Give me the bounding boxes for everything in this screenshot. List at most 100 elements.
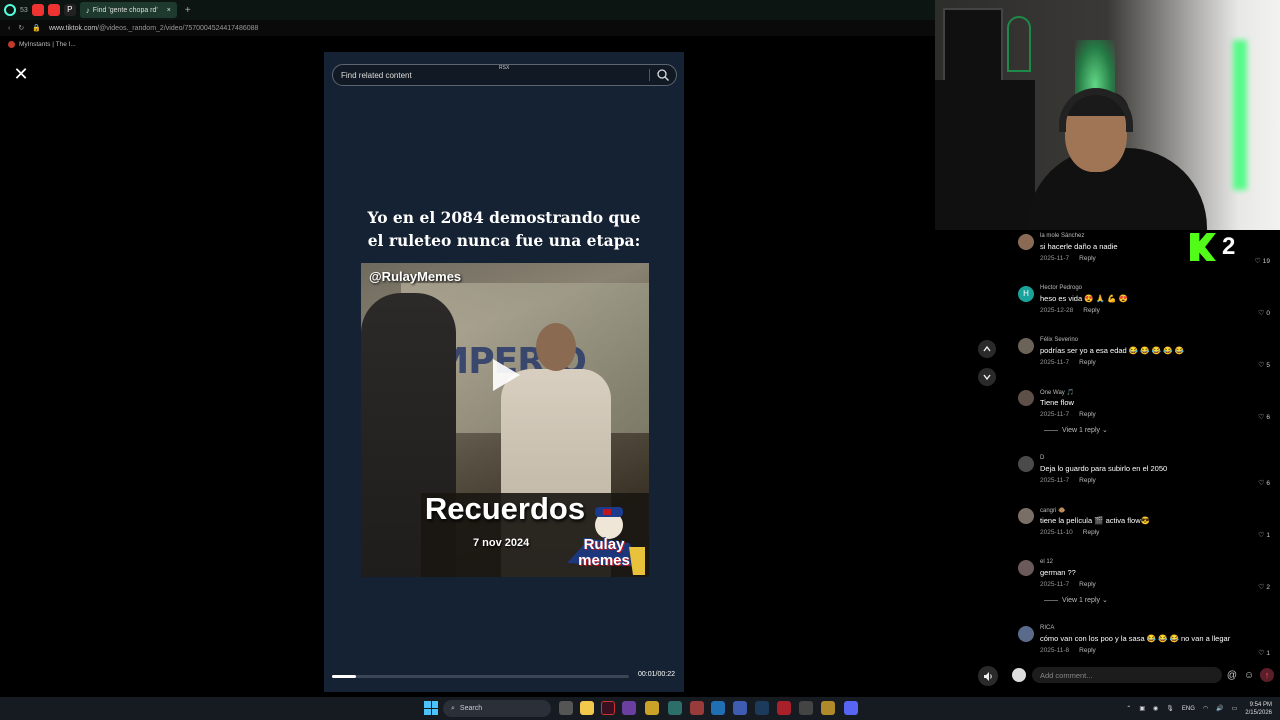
tab-close-icon[interactable]: ×	[167, 7, 171, 14]
windows-start-icon[interactable]	[424, 701, 438, 715]
view-replies-button[interactable]: View 1 reply ⌄	[1044, 426, 1108, 434]
commenter-avatar[interactable]	[1018, 508, 1034, 524]
tray-network-icon[interactable]: ◉	[1153, 705, 1158, 712]
commenter-avatar[interactable]	[1018, 456, 1034, 472]
mention-icon[interactable]: @	[1225, 668, 1239, 682]
language-indicator[interactable]: ENG	[1182, 706, 1195, 712]
reply-button[interactable]: Reply	[1079, 581, 1096, 588]
comment-likes[interactable]: ♡ 1	[1258, 649, 1270, 657]
search-placeholder: Find related content	[341, 70, 412, 80]
commenter-avatar[interactable]	[1018, 626, 1034, 642]
app-icon-13[interactable]	[821, 701, 835, 715]
comment-date: 2025-11-7	[1040, 255, 1070, 262]
comment-meta: 2025-11-7 Reply	[1040, 359, 1096, 366]
video-progress-track[interactable]	[332, 675, 629, 678]
app-icon-9[interactable]	[733, 701, 747, 715]
speaker-icon[interactable]: 🔊	[1216, 705, 1223, 712]
reply-button[interactable]: Reply	[1079, 255, 1096, 262]
comment-username[interactable]: cangri 🐵	[1040, 507, 1065, 514]
close-video-button[interactable]: ✕	[10, 63, 32, 85]
reply-button[interactable]: Reply	[1083, 307, 1100, 314]
video-clip[interactable]: IMPERIO @RulayMemes Recuerdos 7 nov 2024…	[361, 263, 649, 577]
comment-date: 2025-11-7	[1040, 581, 1070, 588]
url-text[interactable]: www.tiktok.com/@videos._random_2/video/7…	[49, 25, 258, 32]
app-icon-5[interactable]	[645, 701, 659, 715]
vscode-icon[interactable]	[711, 701, 725, 715]
previous-video-button[interactable]	[978, 340, 996, 358]
system-clock[interactable]: 9:54 PM 2/15/2026	[1245, 701, 1272, 717]
view-replies-button[interactable]: View 1 reply ⌄	[1044, 596, 1108, 604]
file-explorer-icon[interactable]	[580, 701, 594, 715]
comment-date: 2025-11-7	[1040, 411, 1070, 418]
comment-input[interactable]	[1032, 667, 1222, 683]
comment-username[interactable]: One Way 🎵	[1040, 389, 1074, 396]
reply-button[interactable]: Reply	[1079, 477, 1096, 484]
comment-text: podrías ser yo a esa edad 😂 😂 😂 😂 😂	[1040, 346, 1184, 355]
comment-username[interactable]: Félix Severino	[1040, 337, 1078, 343]
task-view-icon[interactable]	[559, 701, 573, 715]
commenter-avatar[interactable]	[1018, 234, 1034, 250]
like-count: 6	[1266, 414, 1270, 421]
steam-icon[interactable]	[755, 701, 769, 715]
address-bar[interactable]: ‹ ↻ 🔒 www.tiktok.com/@videos._random_2/v…	[0, 20, 935, 36]
emoji-icon[interactable]: ☺	[1242, 668, 1256, 682]
youtube-tab-icon-2[interactable]	[47, 4, 60, 16]
taskbar-search[interactable]: ⌕ Search	[443, 700, 551, 717]
post-comment-button[interactable]: ↑	[1260, 668, 1274, 682]
wifi-icon[interactable]: ◠	[1203, 705, 1208, 712]
new-tab-button[interactable]: +	[185, 5, 191, 16]
tray-app-icon[interactable]: ▣	[1139, 705, 1145, 712]
tab-count[interactable]: 53	[20, 7, 28, 14]
search-icon[interactable]	[656, 68, 670, 82]
comment-username[interactable]: la mole Sánchez	[1040, 233, 1084, 239]
comment-text: tiene la película 🎬 activa flow😎	[1040, 516, 1150, 525]
app-icon-7[interactable]	[690, 701, 704, 715]
tray-chevron-icon[interactable]: ⌃	[1126, 705, 1131, 712]
browser-logo-icon[interactable]	[4, 4, 16, 16]
comment-likes[interactable]: ♡ 19	[1254, 257, 1270, 265]
bookmark-myinstants[interactable]: MyInstants | The I...	[19, 41, 76, 48]
comment-date: 2025-12-28	[1040, 307, 1074, 314]
comment-likes[interactable]: ♡ 1	[1258, 531, 1270, 539]
comment-username[interactable]: D	[1040, 455, 1044, 461]
app-icon-6[interactable]	[668, 701, 682, 715]
app-icon-11[interactable]	[777, 701, 791, 715]
commenter-avatar[interactable]	[1018, 338, 1034, 354]
youtube-tab-icon[interactable]	[31, 4, 44, 16]
app-icon-4[interactable]	[622, 701, 636, 715]
comment-username[interactable]: Hector Pedrogo	[1040, 285, 1082, 291]
comment-username[interactable]: RICA	[1040, 625, 1054, 631]
pinned-tab-p-icon[interactable]: P	[63, 4, 76, 16]
video-progress-fill[interactable]	[332, 675, 356, 678]
reply-button[interactable]: Reply	[1079, 411, 1096, 418]
reply-button[interactable]: Reply	[1079, 647, 1096, 654]
commenter-avatar[interactable]: H	[1018, 286, 1034, 302]
comment-likes[interactable]: ♡ 0	[1258, 309, 1270, 317]
reload-icon[interactable]: ↻	[18, 24, 24, 32]
comment-likes[interactable]: ♡ 2	[1258, 583, 1270, 591]
next-video-button[interactable]	[978, 368, 996, 386]
video-time: 00:01/00:22	[638, 671, 675, 678]
comment-meta: 2025-11-10 Reply	[1040, 529, 1099, 536]
battery-icon[interactable]: ▭	[1232, 705, 1238, 712]
microphone-icon[interactable]: 🎙	[1166, 705, 1174, 712]
comment-likes[interactable]: ♡ 6	[1258, 413, 1270, 421]
comment-date: 2025-11-8	[1040, 647, 1070, 654]
commenter-avatar[interactable]	[1018, 390, 1034, 406]
active-tab[interactable]: ♪ Find 'gente chopa rd' ×	[79, 2, 177, 18]
commenter-avatar[interactable]	[1018, 560, 1034, 576]
reply-button[interactable]: Reply	[1079, 359, 1096, 366]
discord-icon[interactable]	[844, 701, 858, 715]
caption-line-1: Yo en el 2084 demostrando que	[367, 208, 641, 227]
comment-likes[interactable]: ♡ 5	[1258, 361, 1270, 369]
back-icon[interactable]: ‹	[8, 25, 10, 32]
comment-username[interactable]: el 12	[1040, 559, 1053, 565]
app-icon-12[interactable]	[799, 701, 813, 715]
reply-button[interactable]: Reply	[1083, 529, 1100, 536]
volume-button[interactable]	[978, 666, 998, 686]
video-watermark: @RulayMemes	[369, 269, 462, 284]
obs-icon[interactable]	[601, 701, 615, 715]
play-icon[interactable]	[493, 359, 520, 391]
comment-likes[interactable]: ♡ 6	[1258, 479, 1270, 487]
comment-meta: 2025-11-7 Reply	[1040, 581, 1096, 588]
